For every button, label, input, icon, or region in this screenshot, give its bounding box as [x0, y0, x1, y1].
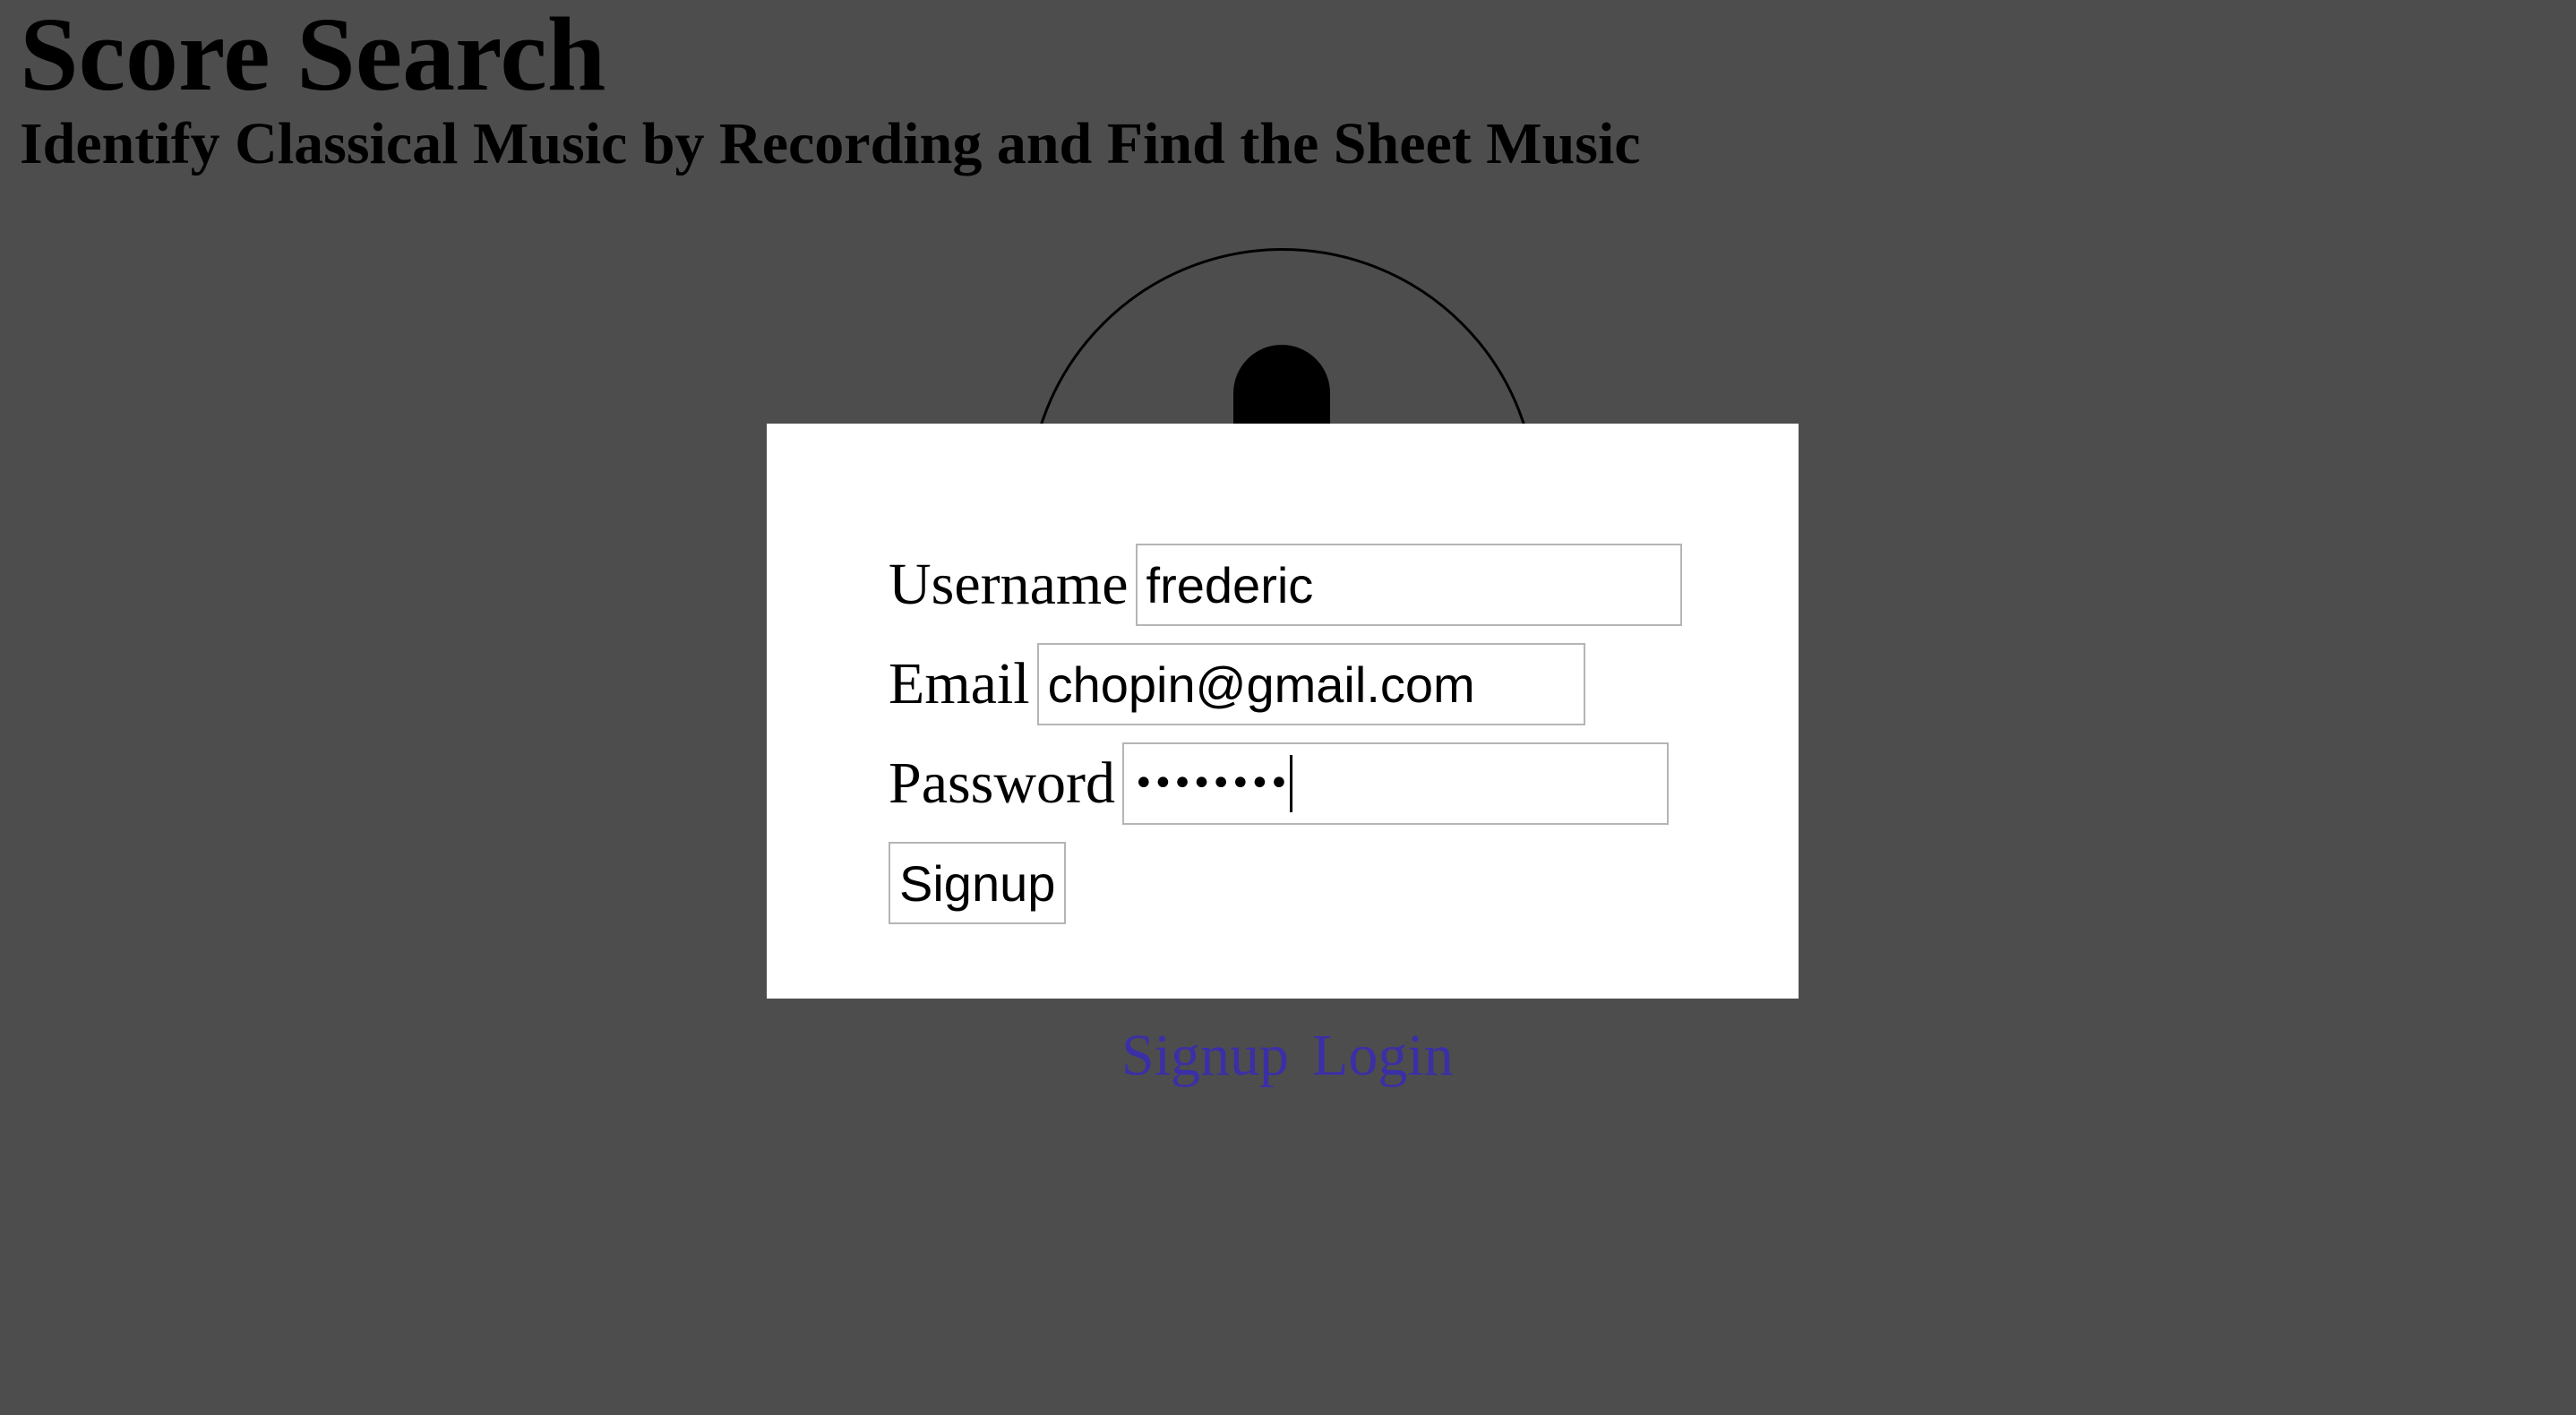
signup-submit-button[interactable]: Signup [889, 842, 1067, 924]
password-label: Password [889, 750, 1116, 816]
email-input[interactable] [1036, 643, 1585, 725]
auth-nav: Signup Login [1121, 1026, 1477, 1085]
signup-link[interactable]: Signup [1121, 1023, 1289, 1088]
login-link[interactable]: Login [1312, 1023, 1454, 1088]
email-row: Email [889, 643, 1585, 725]
username-input[interactable] [1135, 544, 1682, 626]
page-title: Score Search [20, 0, 606, 113]
username-label: Username [889, 552, 1129, 617]
username-row: Username [889, 544, 1682, 626]
email-label: Email [889, 651, 1030, 716]
signup-modal: Username Email Password •••••••• Signup [767, 424, 1799, 999]
page-subtitle: Identify Classical Music by Recording an… [20, 111, 1641, 176]
password-masked-value: •••••••• [1133, 763, 1290, 804]
text-caret [1289, 755, 1292, 812]
password-row: Password •••••••• [889, 742, 1670, 825]
password-input[interactable]: •••••••• [1122, 742, 1670, 825]
